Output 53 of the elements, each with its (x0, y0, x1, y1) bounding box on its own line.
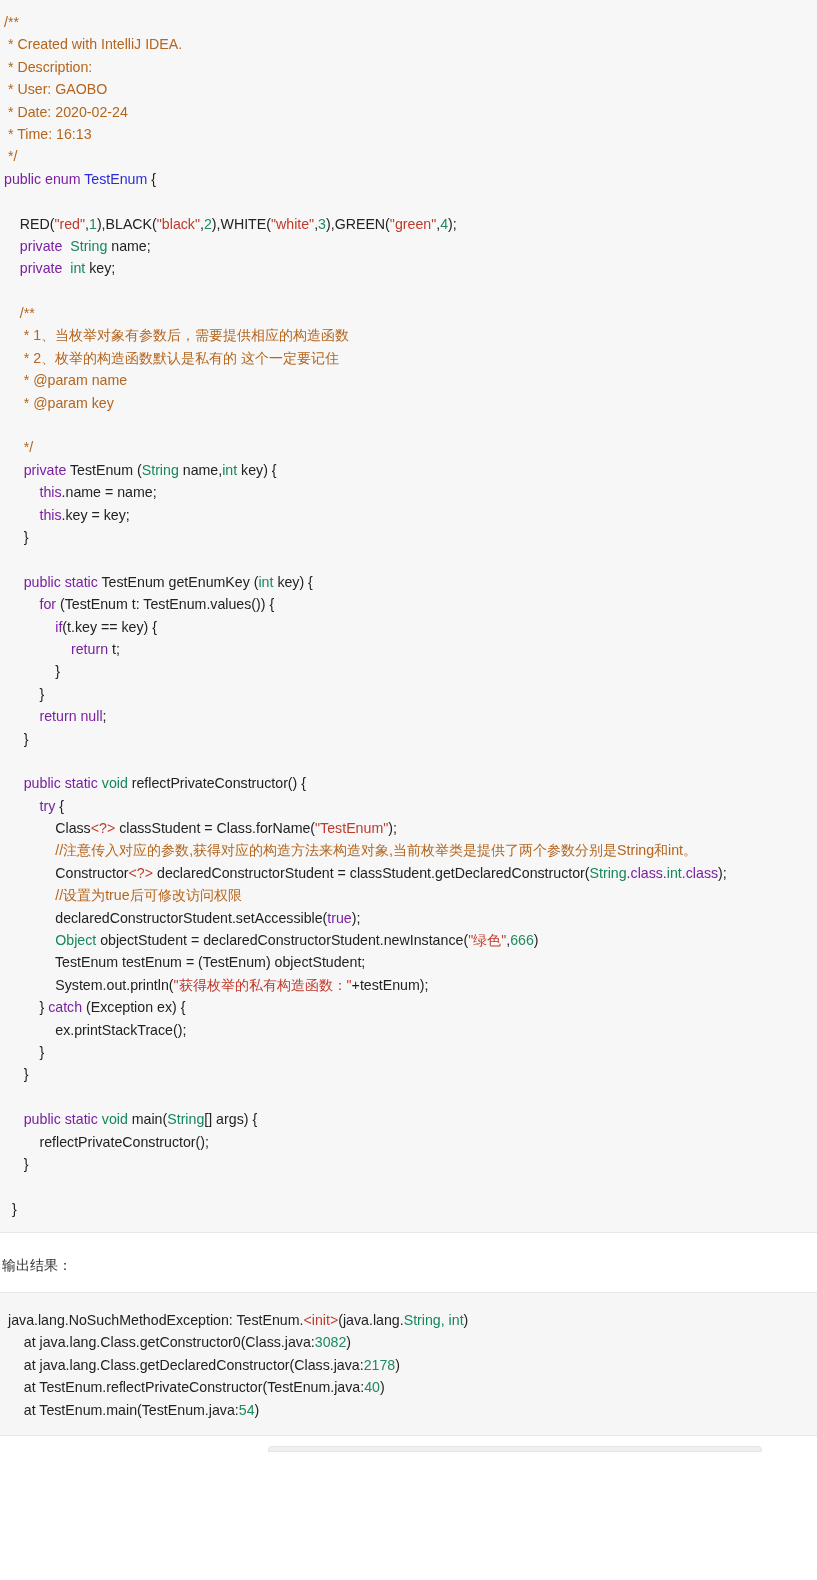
code-line: if(t.key == key) { (54, 617, 157, 637)
code-line: for (TestEnum t: TestEnum.values()) { (38, 595, 275, 615)
code-line: } (22, 1154, 29, 1174)
code-line: RED("red",1),BLACK("black",2),WHITE("white",3),GREEN("green",4); (18, 214, 457, 234)
code-line: } (22, 1065, 29, 1085)
code-line: this.key = key; (38, 505, 130, 525)
code-line: } (54, 662, 60, 682)
code-line: Constructor<?> declaredConstructorStudent = classStudent.getDeclaredConstructor(String.class.int.class); (54, 863, 727, 883)
code-line: * Created with IntelliJ IDEA. (6, 35, 183, 55)
code-line: public static TestEnum getEnumKey (int key) { (22, 572, 313, 592)
code-line: //注意传入对应的参数,获得对应的构造方法来构造对象,当前枚举类是提供了两个参数分别是String和int。 (54, 841, 698, 861)
code-line: } catch (Exception ex) { (38, 998, 186, 1018)
code-line: * Description: (6, 57, 93, 77)
code-line: } (38, 1042, 45, 1062)
code-line: declaredConstructorStudent.setAccessible(true); (54, 908, 361, 928)
code-line: this.name = name; (38, 483, 157, 503)
code-line: at TestEnum.main(TestEnum.java:54) (22, 1400, 260, 1420)
code-line: * Time: 16:13 (6, 124, 92, 144)
code-line: */ (6, 147, 18, 167)
code-line: return null; (38, 707, 107, 727)
code-line: } (22, 528, 29, 547)
code-line: private String name; (18, 236, 151, 256)
code-line: reflectPrivateConstructor(); (38, 1132, 209, 1152)
code-line: //设置为true后可修改访问权限 (54, 886, 242, 906)
code-line: try { (38, 796, 64, 816)
code-line: at java.lang.Class.getDeclaredConstructor(Class.java:2178) (22, 1355, 400, 1375)
code-line: TestEnum testEnum = (TestEnum) objectStudent; (54, 953, 366, 973)
code-line: public static void reflectPrivateConstructor() { (22, 774, 306, 794)
code-line: /** (18, 304, 35, 324)
code-line: private TestEnum (String name,int key) { (22, 460, 277, 480)
code-line: */ (22, 438, 34, 458)
output-heading: 输出结果： (2, 1256, 72, 1276)
code-line: public enum TestEnum { (4, 169, 156, 189)
code-line: System.out.println("获得枚举的私有构造函数："+testEnum); (54, 975, 429, 995)
code-line: } (10, 1199, 17, 1219)
code-line: /** (4, 13, 19, 32)
code-line: at java.lang.Class.getConstructor0(Class.java:3082) (22, 1333, 352, 1353)
code-line: at TestEnum.reflectPrivateConstructor(TestEnum.java:40) (22, 1378, 385, 1398)
code-line: } (22, 729, 29, 749)
code-line: } (38, 684, 45, 704)
code-line: return t; (70, 639, 120, 659)
code-line: private int key; (18, 259, 116, 279)
code-line: * Date: 2020-02-24 (6, 102, 128, 122)
code-line: * 2、枚举的构造函数默认是私有的 这个一定要记住 (22, 348, 339, 368)
code-line: java.lang.NoSuchMethodException: TestEnum.<init>(java.lang.String, int) (8, 1311, 469, 1331)
code-line: * @param name (22, 371, 128, 391)
code-line: * User: GAOBO (6, 80, 108, 100)
code-line: * 1、当枚举对象有参数后，需要提供相应的构造函数 (22, 326, 350, 346)
code-line: public static void main(String[] args) { (22, 1110, 258, 1130)
code-line: * @param key (22, 393, 114, 413)
code-line: Class<?> classStudent = Class.forName("TestEnum"); (54, 819, 397, 839)
code-line: ex.printStackTrace(); (54, 1020, 187, 1040)
code-line: Object objectStudent = declaredConstructorStudent.newInstance("绿色",666) (54, 931, 539, 950)
